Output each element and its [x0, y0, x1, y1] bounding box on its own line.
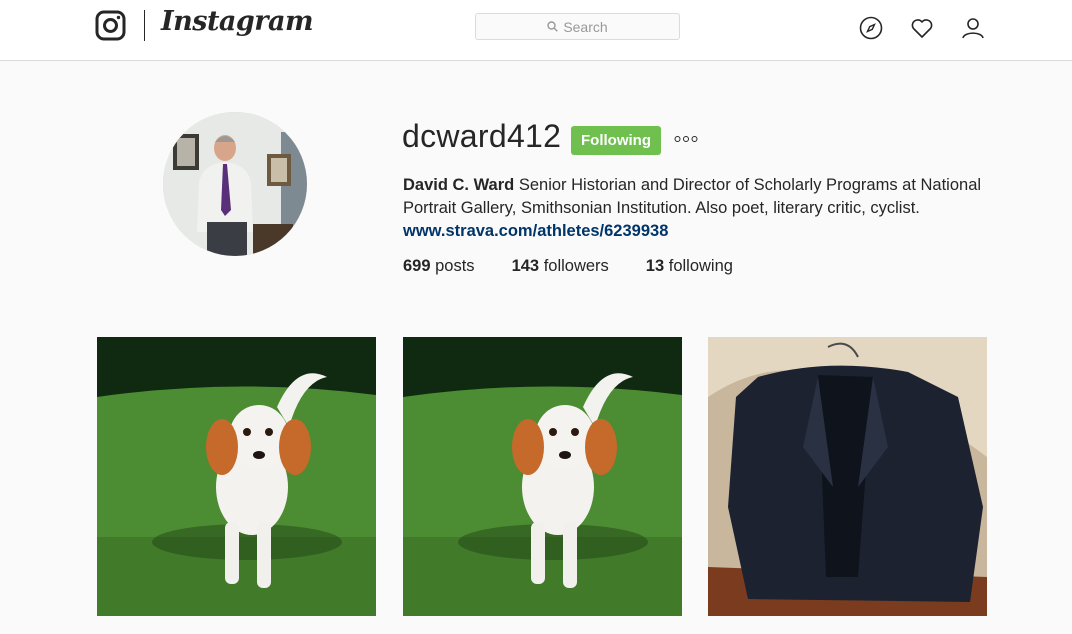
- following-label: following: [668, 257, 733, 275]
- more-options-icon[interactable]: [674, 135, 698, 143]
- followers-stat[interactable]: 143 followers: [512, 257, 609, 276]
- avatar-photo: [163, 112, 307, 256]
- puppy-photo: [97, 337, 376, 616]
- instagram-wordmark[interactable]: Instagram: [161, 6, 314, 37]
- post-thumbnail[interactable]: [708, 337, 987, 616]
- heart-icon[interactable]: [910, 16, 934, 40]
- posts-count: 699: [403, 257, 431, 275]
- post-thumbnail[interactable]: [403, 337, 682, 616]
- followers-label: followers: [543, 257, 609, 275]
- user-icon[interactable]: [961, 16, 985, 40]
- profile-website-link[interactable]: www.strava.com/athletes/6239938: [403, 220, 983, 243]
- logo-divider: [144, 10, 145, 41]
- top-navigation-bar: Instagram Search: [0, 0, 1072, 61]
- profile-stats: 699 posts 143 followers 13 following: [403, 257, 770, 276]
- profile-username: dcward412: [402, 118, 562, 154]
- compass-icon[interactable]: [859, 16, 883, 40]
- profile-avatar[interactable]: [163, 112, 307, 256]
- profile-bio: David C. Ward Senior Historian and Direc…: [403, 174, 983, 243]
- search-input[interactable]: Search: [475, 13, 680, 40]
- following-button[interactable]: Following: [571, 126, 661, 155]
- post-thumbnail[interactable]: [97, 337, 376, 616]
- following-stat[interactable]: 13 following: [646, 257, 733, 276]
- followers-count: 143: [511, 257, 540, 275]
- profile-full-name: David C. Ward: [403, 176, 515, 194]
- posts-stat: 699 posts: [403, 257, 475, 276]
- search-placeholder: Search: [563, 18, 608, 35]
- puppy-photo: [403, 337, 682, 616]
- instagram-camera-icon[interactable]: [95, 10, 126, 41]
- search-icon: [547, 21, 559, 32]
- posts-label: posts: [435, 257, 475, 275]
- jacket-photo: [708, 337, 987, 616]
- following-count: 13: [645, 257, 665, 275]
